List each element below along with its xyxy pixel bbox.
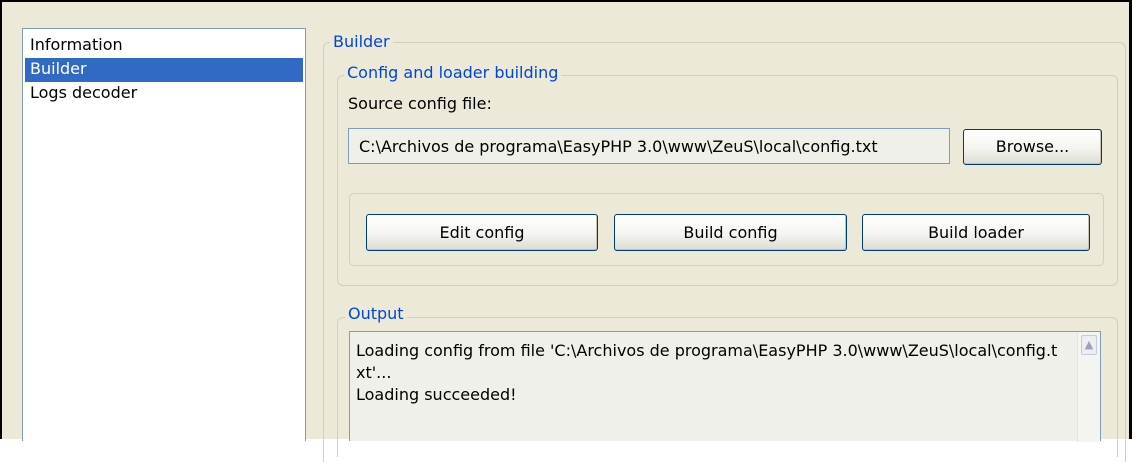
nav-item-logs-decoder[interactable]: Logs decoder	[25, 82, 303, 106]
source-config-label: Source config file:	[348, 94, 492, 113]
output-text: Loading config from file 'C:\Archivos de…	[356, 341, 1058, 404]
source-config-input[interactable]	[348, 128, 950, 164]
window-frame: Information Builder Logs decoder Builder…	[0, 0, 1132, 462]
browse-button[interactable]: Browse...	[963, 129, 1102, 165]
output-textarea[interactable]: Loading config from file 'C:\Archivos de…	[349, 331, 1101, 442]
chevron-up-icon[interactable]: ▲	[1081, 335, 1097, 355]
output-scrollbar[interactable]: ▲	[1077, 332, 1100, 442]
nav-item-information[interactable]: Information	[25, 34, 303, 58]
output-group-title: Output	[345, 304, 407, 324]
section-list[interactable]: Information Builder Logs decoder	[22, 28, 306, 441]
build-config-button[interactable]: Build config	[614, 214, 847, 251]
edit-config-button[interactable]: Edit config	[366, 214, 598, 251]
builder-group-title: Builder	[330, 32, 393, 52]
nav-item-builder[interactable]: Builder	[25, 58, 303, 82]
config-loader-group-title: Config and loader building	[344, 63, 562, 83]
build-loader-button[interactable]: Build loader	[862, 214, 1090, 251]
